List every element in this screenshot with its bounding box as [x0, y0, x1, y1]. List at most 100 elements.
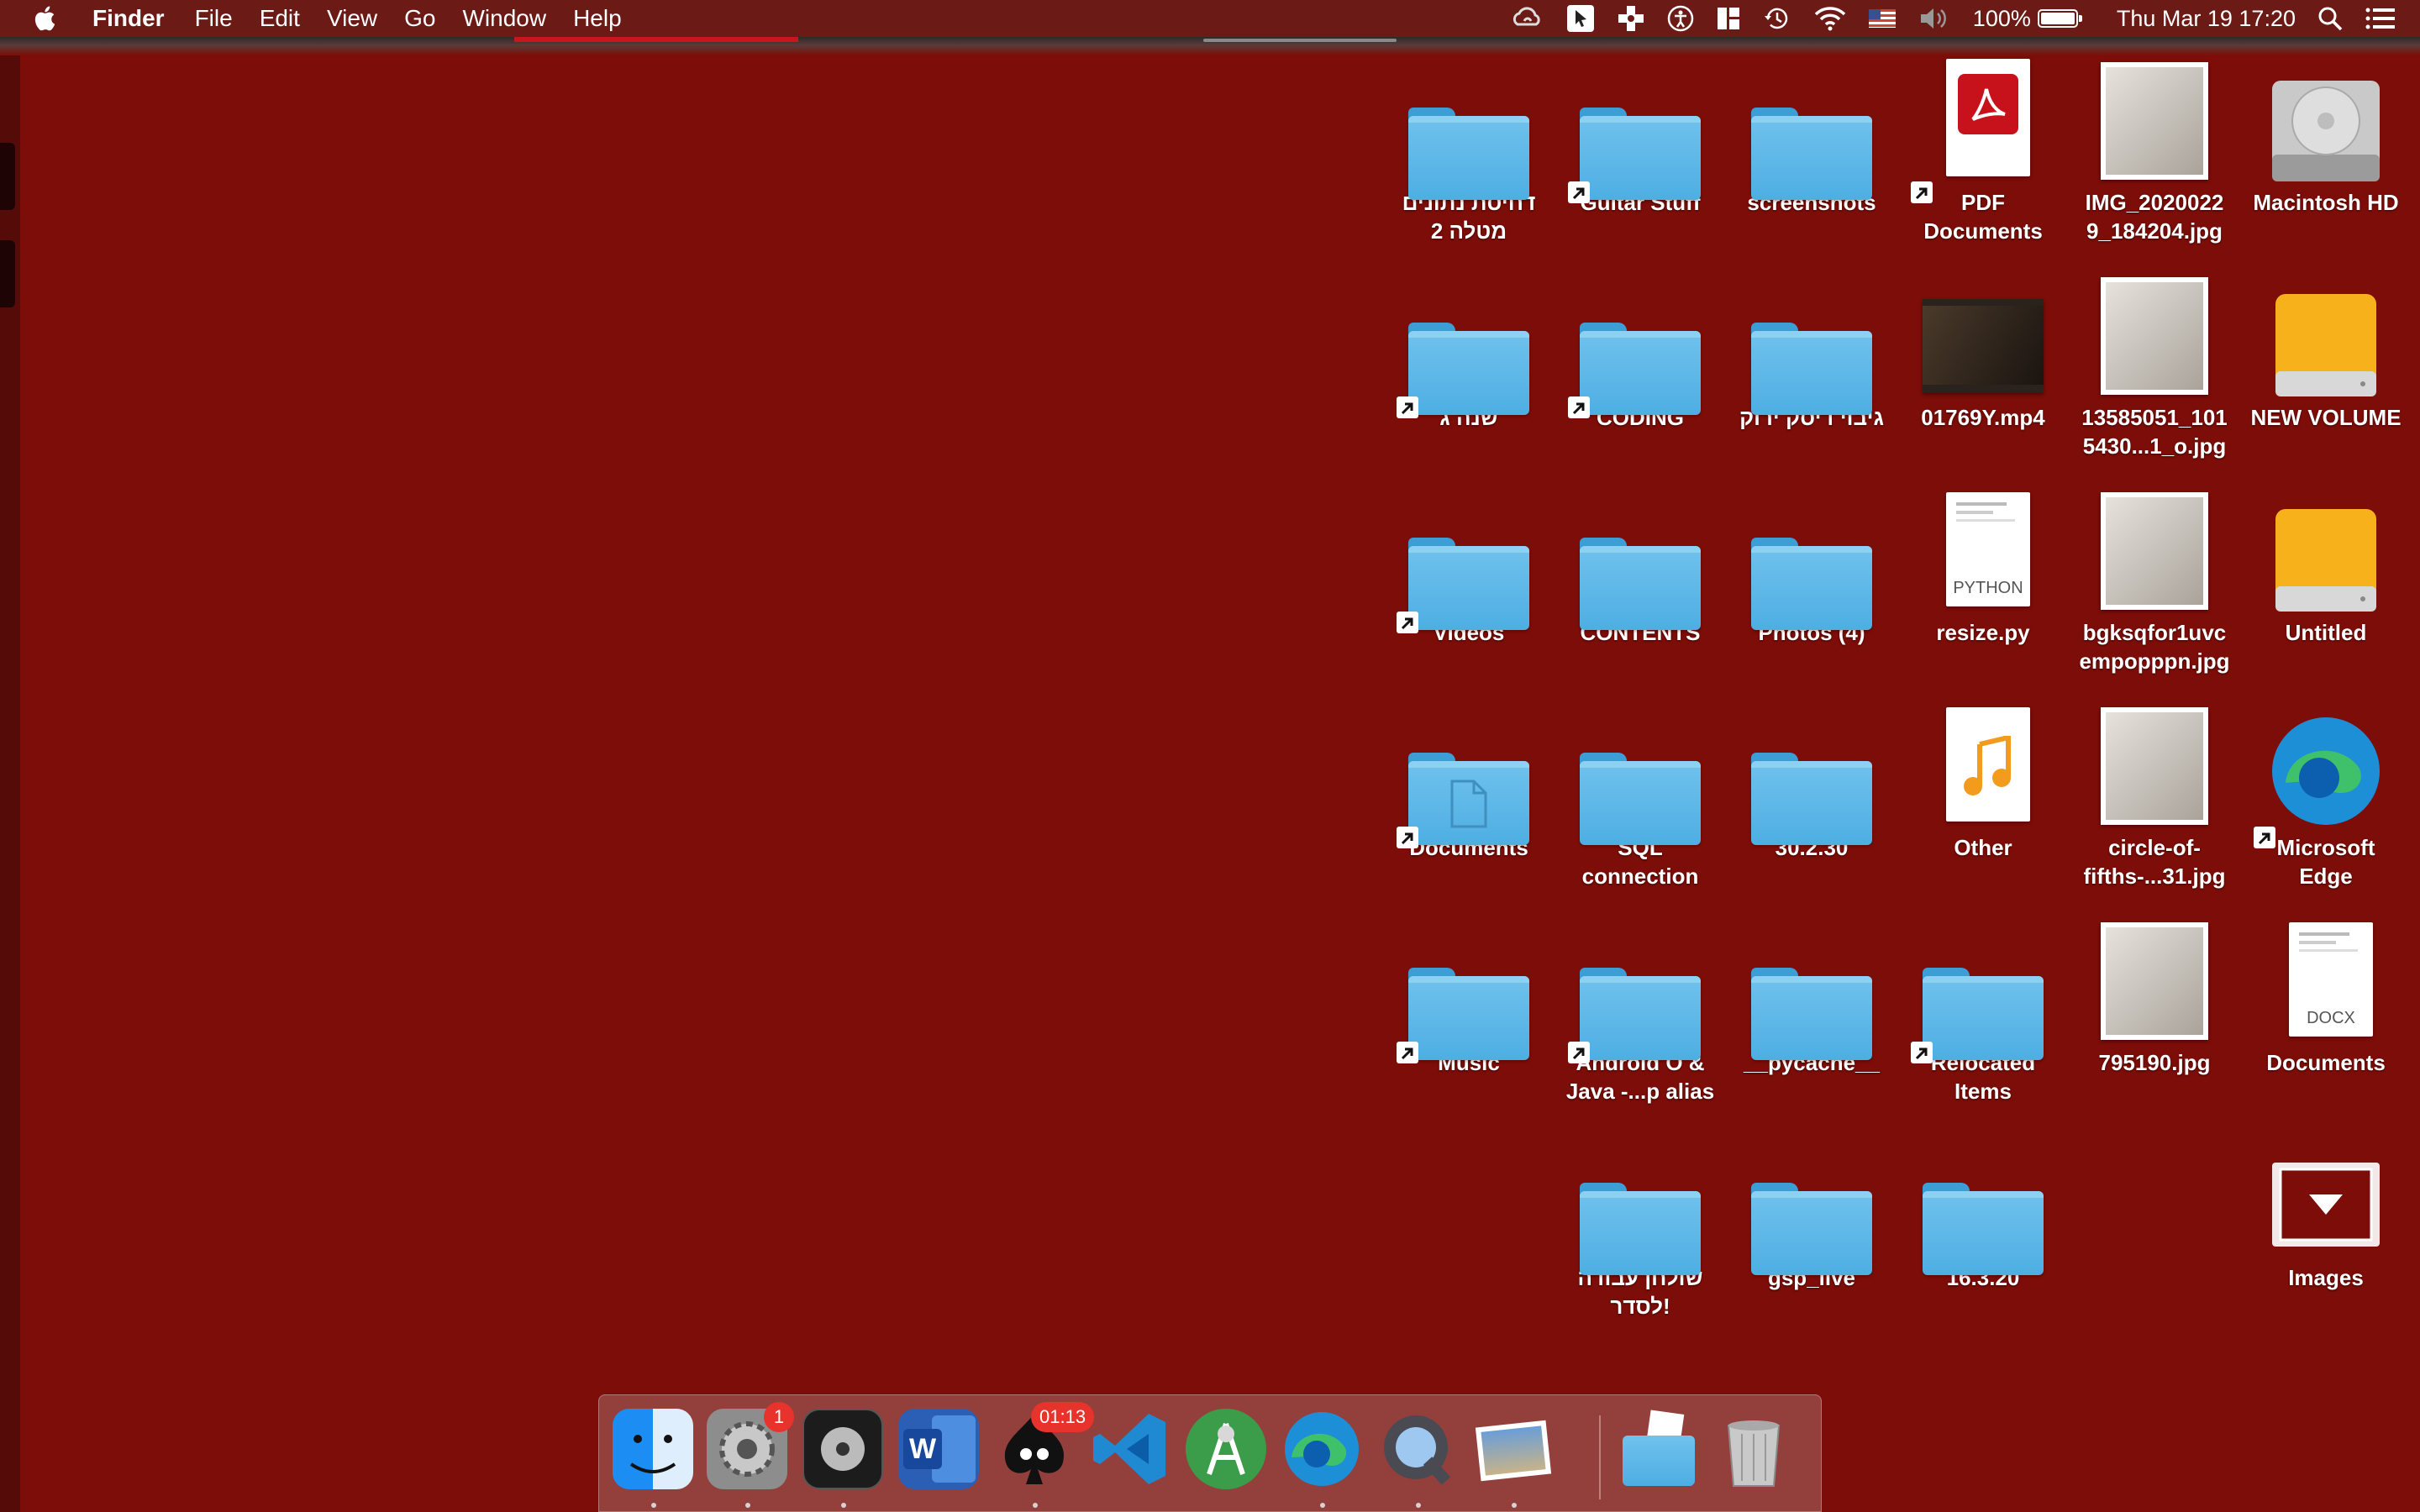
- running-indicator: [651, 1503, 656, 1508]
- dock-app-system-preferences[interactable]: 1: [707, 1402, 794, 1508]
- desktop-item[interactable]: CODING: [1555, 274, 1726, 432]
- desktop-item[interactable]: NEW VOLUME: [2240, 274, 2412, 432]
- dock-app-logic-pro[interactable]: [802, 1409, 886, 1508]
- battery-indicator[interactable]: 100%: [1973, 6, 2082, 32]
- desktop-item[interactable]: DOCX Documents: [2240, 919, 2412, 1077]
- desktop-item[interactable]: 795190.jpg: [2069, 919, 2240, 1077]
- alias-arrow-icon: [1397, 612, 1418, 633]
- desktop-item[interactable]: שולחן עבודה לסדר!: [1555, 1134, 1726, 1320]
- desktop-item[interactable]: CONTENTS: [1555, 489, 1726, 647]
- desktop-item[interactable]: Guitar Stuff: [1555, 59, 1726, 217]
- dock-app-solitaire[interactable]: 01:13: [994, 1402, 1095, 1508]
- running-indicator: [1416, 1503, 1421, 1508]
- accessibility-icon[interactable]: [1667, 5, 1694, 32]
- desktop-item-icon: [1555, 704, 1726, 845]
- desktop-item-label: bgksqfor1uvc empopppn.jpg: [2079, 620, 2230, 674]
- desktop-item[interactable]: gsp_live: [1726, 1134, 1897, 1292]
- dock-app-microsoft-word[interactable]: W: [898, 1409, 982, 1501]
- document-file-icon: PYTHON: [1946, 492, 2030, 606]
- wifi-icon[interactable]: [1813, 6, 1847, 31]
- desktop-item-icon: [1897, 704, 2069, 830]
- dock-app-android-studio[interactable]: [1186, 1409, 1270, 1501]
- external-drive-icon: [2275, 294, 2376, 396]
- desktop-item[interactable]: Untitled: [2240, 489, 2412, 647]
- desktop-item[interactable]: שנה ג: [1383, 274, 1555, 432]
- us-flag-icon[interactable]: [1868, 9, 1896, 28]
- desktop-item-label: Macintosh HD: [2253, 190, 2399, 215]
- desktop-item-label: Other: [1954, 835, 2012, 860]
- menu-file[interactable]: File: [195, 5, 233, 32]
- dock-app-quicktime-player[interactable]: [1377, 1409, 1461, 1508]
- folder-icon: [1408, 108, 1529, 200]
- desktop-item[interactable]: Photos (4): [1726, 489, 1897, 647]
- desktop-item[interactable]: Documents: [1383, 704, 1555, 862]
- desktop-item[interactable]: 30.2.30: [1726, 704, 1897, 862]
- desktop-item[interactable]: PDF Documents: [1897, 59, 2069, 245]
- desktop-item[interactable]: __pycache__: [1726, 919, 1897, 1077]
- battery-fill: [2040, 13, 2075, 24]
- video-thumbnail-icon: [1923, 299, 2044, 393]
- desktop-item-label: circle-of- fifths-...31.jpg: [2083, 835, 2226, 889]
- folder-icon: [1751, 968, 1872, 1060]
- finder-icon: [613, 1409, 693, 1489]
- background-window-edge: [0, 55, 20, 1512]
- desktop-item-icon: [2069, 274, 2240, 400]
- desktop-item[interactable]: SQL connection: [1555, 704, 1726, 890]
- running-indicator: [1320, 1503, 1325, 1508]
- desktop-item[interactable]: bgksqfor1uvc empopppn.jpg: [2069, 489, 2240, 675]
- audio-file-icon: [1946, 707, 2030, 822]
- desktop-item[interactable]: screenshots: [1726, 59, 1897, 217]
- menu-edit[interactable]: Edit: [260, 5, 300, 32]
- desktop-item[interactable]: Other: [1897, 704, 2069, 862]
- menu-go[interactable]: Go: [404, 5, 435, 32]
- dock-app-downloads[interactable]: [1618, 1409, 1702, 1501]
- desktop-item[interactable]: Videos: [1383, 489, 1555, 647]
- creative-cloud-icon[interactable]: [1511, 6, 1544, 31]
- menu-app-name[interactable]: Finder: [92, 5, 165, 32]
- dock-app-preview[interactable]: [1473, 1409, 1557, 1508]
- time-machine-icon[interactable]: [1763, 4, 1791, 33]
- desktop-item[interactable]: Images: [2240, 1134, 2412, 1292]
- desktop-item[interactable]: PYTHON resize.py: [1897, 489, 2069, 647]
- menu-view[interactable]: View: [327, 5, 377, 32]
- plus-cross-icon[interactable]: [1617, 4, 1645, 33]
- cursor-tool-icon[interactable]: [1566, 4, 1595, 33]
- desktop-item[interactable]: Macintosh HD: [2240, 59, 2412, 217]
- dock-app-visual-studio-code[interactable]: [1090, 1409, 1174, 1501]
- clock[interactable]: Thu Mar 19 17:20: [2117, 6, 2296, 32]
- dock-app-trash[interactable]: [1713, 1409, 1797, 1501]
- desktop-item[interactable]: גיבוי דיסק ירוק: [1726, 274, 1897, 432]
- file-extension-label: PYTHON: [1953, 579, 2023, 597]
- dock-app-finder[interactable]: [613, 1409, 697, 1508]
- desktop-item[interactable]: דחיסת נתונים מטלה 2: [1383, 59, 1555, 245]
- pdf-document-icon: [1946, 59, 2030, 176]
- document-file-icon: DOCX: [2289, 922, 2373, 1037]
- apple-menu-icon[interactable]: [32, 4, 60, 33]
- image-thumbnail-icon: [2101, 707, 2208, 825]
- notification-center-icon[interactable]: [2365, 6, 2395, 31]
- alias-arrow-icon: [1911, 1042, 1933, 1063]
- volume-icon[interactable]: [1918, 6, 1951, 31]
- dock: 1 W 01:13: [598, 1394, 1822, 1512]
- quicktime-icon: [1377, 1409, 1458, 1489]
- desktop-item[interactable]: 01769Y.mp4: [1897, 274, 2069, 432]
- desktop-item-icon: PYTHON: [1897, 489, 2069, 615]
- desktop-item-icon: [1555, 919, 1726, 1063]
- desktop-item-icon: [1383, 919, 1555, 1063]
- spotlight-search-icon[interactable]: [2317, 6, 2343, 31]
- microsoft-edge-icon: [2272, 717, 2380, 825]
- desktop-item[interactable]: Music: [1383, 919, 1555, 1077]
- desktop-item[interactable]: Android O & Java -...p alias: [1555, 919, 1726, 1105]
- window-layout-icon[interactable]: [1716, 6, 1741, 31]
- desktop-item[interactable]: circle-of- fifths-...31.jpg: [2069, 704, 2240, 890]
- window-resize-handle[interactable]: [1203, 39, 1397, 42]
- menu-window[interactable]: Window: [462, 5, 546, 32]
- desktop-item[interactable]: IMG_2020022 9_184204.jpg: [2069, 59, 2240, 245]
- desktop-item[interactable]: 16.3.20: [1897, 1134, 2069, 1292]
- running-indicator: [745, 1503, 750, 1508]
- menu-help[interactable]: Help: [573, 5, 622, 32]
- dock-app-microsoft-edge[interactable]: [1281, 1409, 1365, 1508]
- desktop-item[interactable]: 13585051_101 5430...1_o.jpg: [2069, 274, 2240, 460]
- desktop-item[interactable]: Microsoft Edge: [2240, 704, 2412, 890]
- desktop-item[interactable]: Relocated Items: [1897, 919, 2069, 1105]
